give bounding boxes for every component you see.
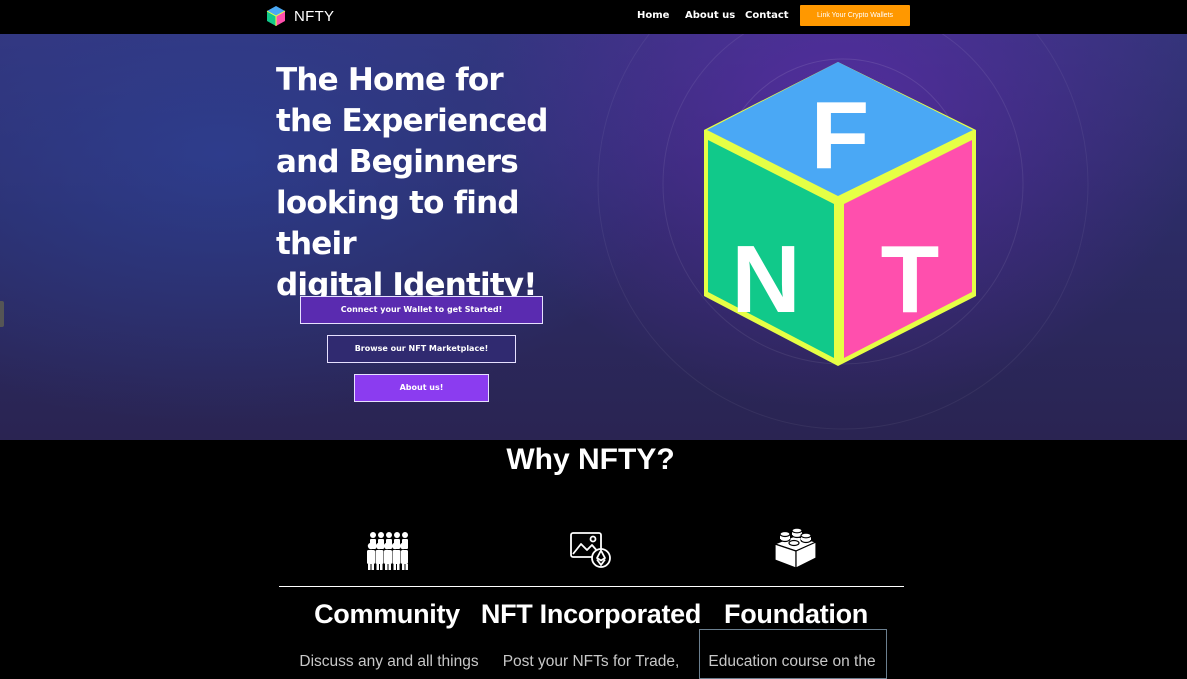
feature-heading-community: Community	[314, 599, 460, 629]
link-wallets-button[interactable]: Link Your Crypto Wallets	[800, 5, 910, 26]
hero-section: The Home for the Experienced and Beginne…	[0, 34, 1187, 440]
nav-link-contact[interactable]: Contact	[745, 10, 789, 21]
building-block-icon	[773, 528, 817, 569]
feature-text-community: Discuss any and all things	[299, 653, 479, 670]
feature-text-nft-incorporated: Post your NFTs for Trade,	[502, 653, 680, 670]
feature-heading-foundation: Foundation	[724, 599, 868, 629]
section-divider	[279, 586, 904, 587]
why-nfty-heading: Why NFTY?	[506, 443, 675, 476]
browse-marketplace-button[interactable]: Browse our NFT Marketplace!	[327, 335, 516, 363]
about-us-button[interactable]: About us!	[354, 374, 489, 402]
nav-link-about-us[interactable]: About us	[685, 10, 735, 21]
top-navbar: NFTY Home About us Contact Link Your Cry…	[0, 0, 1187, 34]
hero-title: The Home for the Experienced and Beginne…	[276, 62, 549, 303]
people-group-icon	[367, 532, 408, 570]
nav-link-home[interactable]: Home	[637, 10, 669, 21]
foundation-card-outline[interactable]	[699, 629, 887, 679]
feature-heading-nft-incorporated: NFT Incorporated	[480, 599, 702, 629]
nav-links: Home About us Contact Link Your Crypto W…	[0, 0, 1187, 34]
image-ethereum-icon	[570, 532, 611, 568]
cube-letter-t: T	[881, 226, 940, 333]
cube-letter-n: N	[731, 226, 800, 333]
connect-wallet-button[interactable]: Connect your Wallet to get Started!	[300, 296, 543, 324]
cube-letter-f: F	[811, 82, 870, 189]
side-scroll-tab[interactable]	[0, 301, 4, 327]
nft-cube-logo: F N T	[704, 62, 976, 366]
